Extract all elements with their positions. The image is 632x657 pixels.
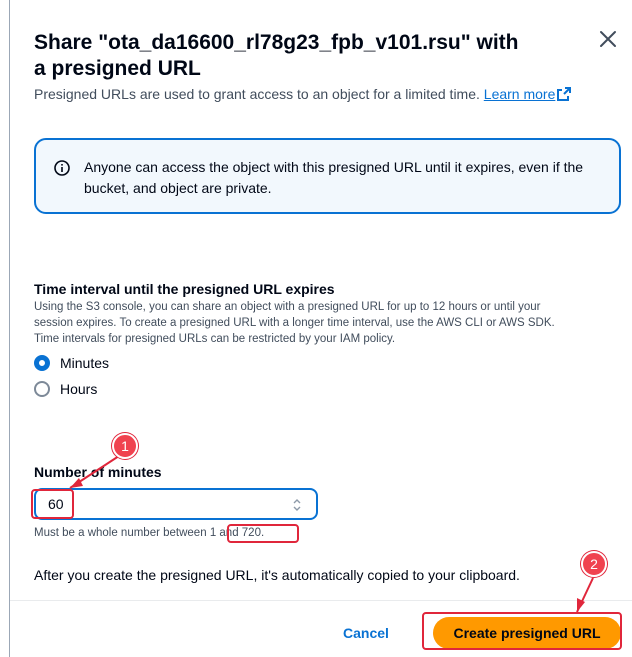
close-button[interactable] [596, 27, 620, 51]
radio-hours-label: Hours [60, 381, 98, 397]
radio-minutes[interactable]: Minutes [34, 355, 109, 371]
external-link-icon[interactable] [557, 87, 572, 101]
minutes-input-value[interactable]: 60 [48, 496, 64, 512]
radio-hours[interactable]: Hours [34, 381, 97, 397]
minutes-label: Number of minutes [34, 464, 162, 480]
footer-divider [10, 600, 632, 601]
minutes-help-text: Must be a whole number between [34, 527, 207, 539]
radio-button-checked[interactable] [34, 355, 50, 371]
share-presigned-url-dialog: Share "ota_da16600_rl78g23_fpb_v101.rsu"… [9, 0, 632, 657]
radio-minutes-label: Minutes [60, 355, 110, 371]
dialog-description: Presigned URLs are used to grant access … [34, 84, 574, 104]
time-interval-help-line: Using the S3 console, you can share an o… [34, 301, 541, 313]
time-interval-title: Time interval until the presigned URL ex… [34, 281, 335, 297]
alert-text: Anyone can access the object with this p… [84, 159, 584, 196]
info-alert: Anyone can access the object with this p… [34, 138, 621, 214]
minutes-help: Must be a whole number between 1 and 720… [34, 527, 264, 539]
radio-button-unchecked[interactable] [34, 381, 50, 397]
annotation-badge-2: 2 [581, 551, 607, 577]
info-icon [54, 160, 70, 176]
close-icon[interactable] [599, 30, 617, 48]
minutes-help-range: 1 and 720. [209, 527, 265, 539]
learn-more-link[interactable]: Learn more [484, 86, 556, 102]
time-interval-help: Using the S3 console, you can share an o… [34, 299, 624, 347]
annotation-badge-1: 1 [112, 433, 138, 459]
clipboard-info-text: After you create the presigned URL, it's… [34, 567, 520, 583]
stepper-icon[interactable] [292, 497, 302, 513]
minutes-input[interactable]: 60 [34, 488, 318, 520]
description-text: Presigned URLs are used to grant access … [34, 86, 480, 102]
cancel-button[interactable]: Cancel [330, 622, 402, 644]
time-interval-help-line: Time intervals for presigned URLs can be… [34, 333, 396, 345]
create-presigned-url-button[interactable]: Create presigned URL [433, 617, 621, 649]
time-interval-help-line: session expires. To create a presigned U… [34, 317, 555, 329]
dialog-title: Share "ota_da16600_rl78g23_fpb_v101.rsu"… [34, 31, 519, 80]
